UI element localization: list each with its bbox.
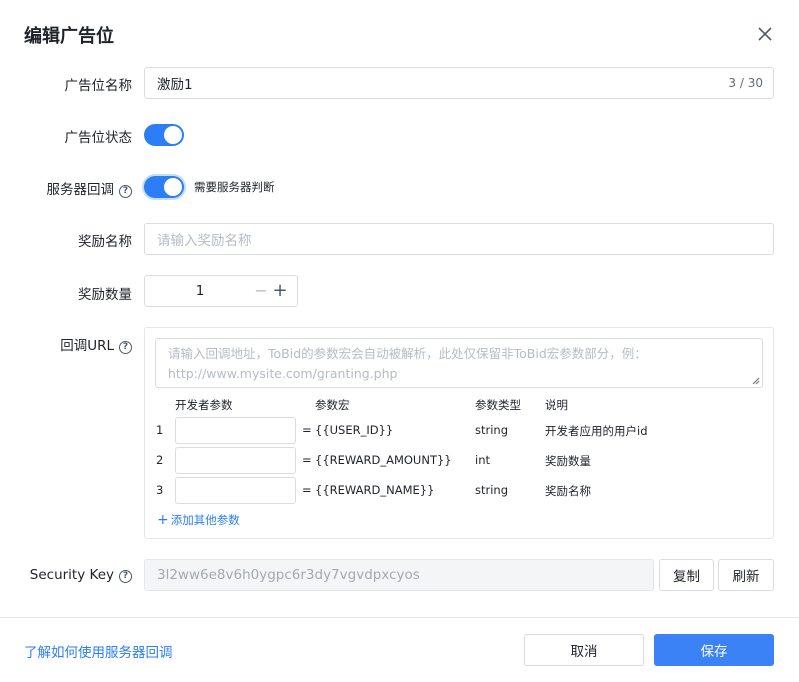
reward-name-placeholder: 请输入奖励名称 xyxy=(157,233,252,249)
param-type: int xyxy=(475,453,490,467)
header-desc: 说明 xyxy=(545,398,568,412)
callback-label-wrap: 服务器回调? xyxy=(12,178,132,198)
name-counter: 3 / 30 xyxy=(728,76,763,90)
name-label: 广告位名称 xyxy=(64,78,133,94)
callback-url-placeholder: 请输入回调地址，ToBid的参数宏会自动被解析，此处仅保留非ToBid宏参数部分… xyxy=(168,346,647,381)
save-button[interactable]: 保存 xyxy=(654,634,774,666)
param-desc: 奖励数量 xyxy=(545,454,591,468)
param-desc: 开发者应用的用户id xyxy=(545,424,648,438)
reward-amount-stepper[interactable]: 1 − + xyxy=(144,275,298,307)
plus-icon[interactable]: + xyxy=(272,282,288,300)
learn-callback-link[interactable]: 了解如何使用服务器回调 xyxy=(24,641,173,661)
dev-param-input[interactable] xyxy=(175,417,296,444)
name-value: 激励1 xyxy=(157,77,193,93)
header-type: 参数类型 xyxy=(475,398,521,412)
equals-sign: = xyxy=(302,483,312,497)
callback-toggle[interactable] xyxy=(144,176,184,198)
help-icon[interactable]: ? xyxy=(119,185,132,198)
callback-url-panel: 请输入回调地址，ToBid的参数宏会自动被解析，此处仅保留非ToBid宏参数部分… xyxy=(144,327,774,539)
header-macro: 参数宏 xyxy=(315,398,350,412)
toggle-knob xyxy=(164,178,182,196)
param-row: 2 = {{REWARD_AMOUNT}} int 奖励数量 xyxy=(145,447,775,475)
security-key-field[interactable]: 3l2ww6e8v6h0ygpc6r3dy7vgvdpxcyos xyxy=(144,559,654,591)
add-icon: + xyxy=(157,512,169,528)
macro-value: {{REWARD_AMOUNT}} xyxy=(315,453,452,467)
reward-amount-label: 奖励数量 xyxy=(78,287,132,303)
resize-grip-icon[interactable] xyxy=(752,377,760,385)
name-input[interactable]: 激励1 3 / 30 xyxy=(144,67,774,99)
equals-sign: = xyxy=(302,453,312,467)
row-index: 2 xyxy=(156,453,164,467)
cancel-button[interactable]: 取消 xyxy=(524,634,644,666)
security-key-label: Security Key xyxy=(29,567,114,583)
param-row: 1 = {{USER_ID}} string 开发者应用的用户id xyxy=(145,417,775,445)
footer-divider xyxy=(0,617,799,618)
help-icon[interactable]: ? xyxy=(119,341,132,354)
callback-url-label: 回调URL xyxy=(60,338,114,354)
minus-icon[interactable]: − xyxy=(253,282,269,300)
reward-name-label: 奖励名称 xyxy=(78,234,132,250)
security-key-label-wrap: Security Key? xyxy=(12,567,132,583)
add-param-button[interactable]: + 添加其他参数 xyxy=(157,512,240,528)
dev-param-input[interactable] xyxy=(175,447,296,474)
status-toggle[interactable] xyxy=(144,124,184,146)
callback-label: 服务器回调 xyxy=(46,182,115,198)
param-type: string xyxy=(475,483,509,497)
refresh-button[interactable]: 刷新 xyxy=(718,559,774,591)
macro-value: {{REWARD_NAME}} xyxy=(315,483,435,497)
callback-url-label-wrap: 回调URL? xyxy=(12,334,132,354)
edit-ad-slot-dialog: 编辑广告位 广告位名称 激励1 3 / 30 广告位状态 服务器回调? 需要服务… xyxy=(0,0,799,682)
toggle-knob xyxy=(164,126,182,144)
dialog-title: 编辑广告位 xyxy=(24,26,114,47)
callback-hint: 需要服务器判断 xyxy=(194,180,275,194)
row-index: 3 xyxy=(156,483,164,497)
status-label: 广告位状态 xyxy=(64,130,133,146)
equals-sign: = xyxy=(302,423,312,437)
security-key-value: 3l2ww6e8v6h0ygpc6r3dy7vgvdpxcyos xyxy=(157,567,420,583)
dev-param-input[interactable] xyxy=(175,477,296,504)
reward-amount-value: 1 xyxy=(195,283,205,299)
param-desc: 奖励名称 xyxy=(545,484,591,498)
param-row: 3 = {{REWARD_NAME}} string 奖励名称 xyxy=(145,477,775,505)
callback-url-textarea[interactable]: 请输入回调地址，ToBid的参数宏会自动被解析，此处仅保留非ToBid宏参数部分… xyxy=(155,338,763,388)
add-param-label: 添加其他参数 xyxy=(170,513,240,527)
param-type: string xyxy=(475,423,509,437)
macro-value: {{USER_ID}} xyxy=(315,423,394,437)
header-dev-param: 开发者参数 xyxy=(175,398,233,412)
row-index: 1 xyxy=(156,423,164,437)
close-icon[interactable] xyxy=(755,24,775,44)
reward-name-input[interactable]: 请输入奖励名称 xyxy=(144,223,774,255)
copy-button[interactable]: 复制 xyxy=(659,559,714,591)
help-icon[interactable]: ? xyxy=(119,570,132,583)
